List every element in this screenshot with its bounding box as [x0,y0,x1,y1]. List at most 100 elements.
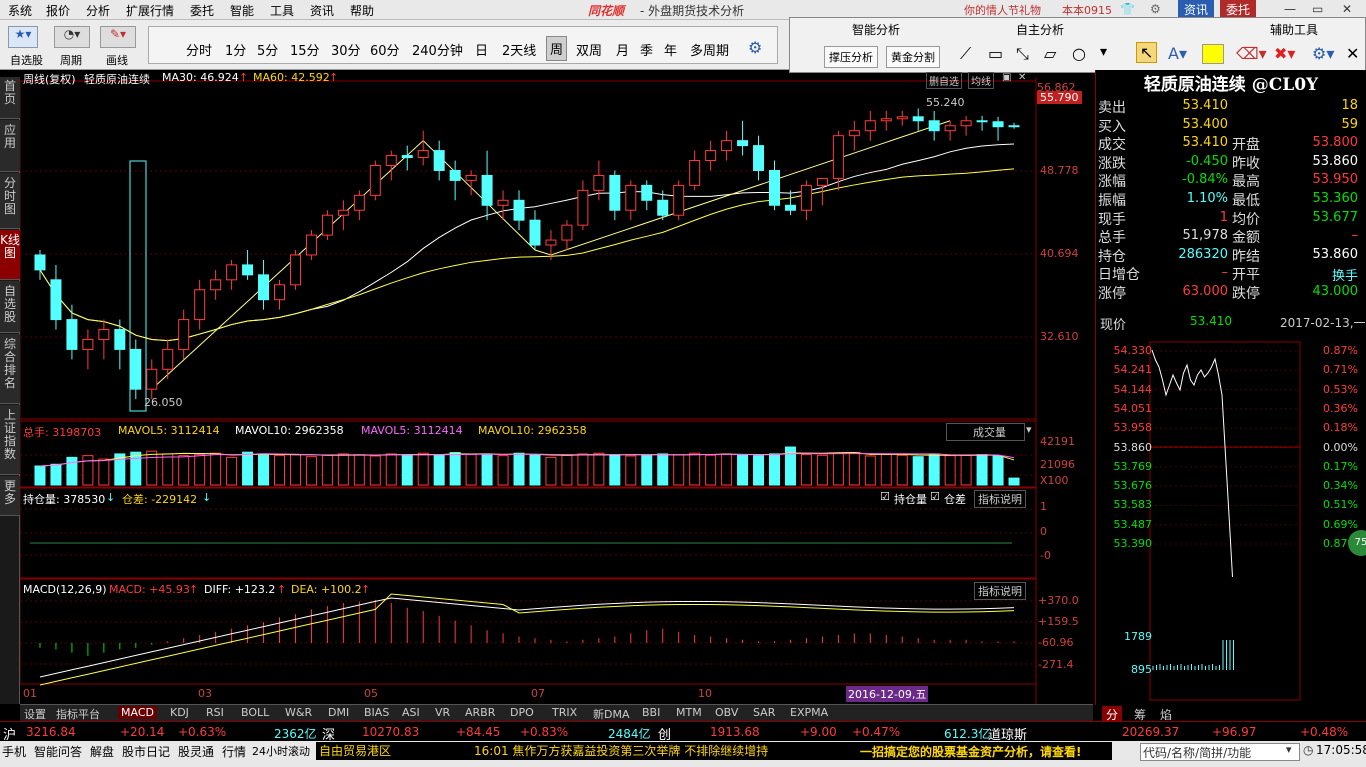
tab-bbi[interactable]: BBI [642,706,660,719]
chart-area[interactable]: 周线(复权) 轻质原油连续 MA30: 46.924 ↑ MA60: 42.59… [20,71,1093,704]
minimize-icon[interactable]: — [1284,2,1296,16]
tools-settings-icon[interactable]: ⚙▾ [1312,44,1334,63]
chart-canvas[interactable] [20,77,1093,704]
delete-tool-icon[interactable]: ✖▾ [1274,44,1295,63]
status-qa[interactable]: 智能问答 [34,743,82,760]
ma-toggle-button[interactable]: 均线 [968,72,994,89]
channel-tool-icon[interactable]: ⤡ [1016,44,1029,64]
tools-close-icon[interactable]: ✕ [1346,44,1359,63]
oi-help-button[interactable]: 指标说明 [974,490,1026,508]
tab-wr[interactable]: W&R [285,706,312,719]
period-1m[interactable]: 1分 [225,40,246,59]
tab-asi[interactable]: ASI [402,706,420,719]
support-resistance-button[interactable]: 撑压分析 [824,46,878,68]
promo-link[interactable]: 你的情人节礼物 [964,2,1041,18]
tab-obv[interactable]: OBV [715,706,738,719]
ellipse-tool-icon[interactable]: ○ [1072,44,1086,63]
macd-help-button[interactable]: 指标说明 [974,582,1026,600]
tab-dpo[interactable]: DPO [510,706,534,719]
nav-ranking[interactable]: 综合排名 [0,334,20,404]
erase-tool-icon[interactable]: ⌫▾ [1236,44,1267,63]
tool-more-icon[interactable]: ▾ [1100,44,1107,60]
period-2week[interactable]: 双周 [576,40,602,59]
shirt-icon[interactable]: 👕 [1120,2,1135,16]
period-quarter[interactable]: 季 [640,40,653,59]
remove-watchlist-button[interactable]: 删自选 [926,72,962,89]
menu-news[interactable]: 资讯 [310,2,334,19]
watchlist-icon[interactable]: ★▾ [8,26,38,48]
status-market[interactable]: 行情 [222,743,246,760]
nav-more[interactable]: 更多 [0,476,20,516]
period-day[interactable]: 日 [475,40,488,59]
tab-indicator-platform[interactable]: 指标平台 [56,706,100,722]
period-month[interactable]: 月 [616,40,629,59]
draw-icon[interactable]: ✎▾ [100,26,136,48]
tab-macd[interactable]: MACD [118,706,157,719]
status-diary[interactable]: 股市日记 [122,743,170,760]
status-jiepan[interactable]: 解盘 [90,743,114,760]
tab-expma[interactable]: EXPMA [790,706,828,719]
maximize-icon[interactable]: ▭ [1312,2,1323,16]
menu-analysis[interactable]: 分析 [86,2,110,19]
menu-quote[interactable]: 报价 [46,2,70,19]
tab-boll[interactable]: BOLL [241,706,269,719]
diff-check-icon[interactable]: ☑ [930,490,940,503]
period-5m[interactable]: 5分 [257,40,278,59]
menu-extended[interactable]: 扩展行情 [126,2,174,19]
volume-indicator-select[interactable]: 成交量 [946,423,1025,441]
parallelogram-tool-icon[interactable]: ▱ [1044,44,1056,63]
period-week[interactable]: 周 [546,36,568,61]
nav-kline[interactable]: K线图 [0,230,20,280]
rect-tool-icon[interactable]: ▭ [988,44,1003,63]
menu-smart[interactable]: 智能 [230,2,254,19]
settings-icon[interactable]: ⚙ [1150,2,1161,16]
close-icon[interactable]: ✕ [1342,2,1352,16]
nav-watchlist[interactable]: 自选股 [0,281,20,333]
status-ad[interactable]: 一招搞定您的股票基金资产分析，请查看! [860,743,1081,760]
golden-section-button[interactable]: 黄金分割 [886,46,940,68]
oi-check-icon[interactable]: ☑ [880,490,890,503]
tab-trix[interactable]: TRIX [552,706,577,719]
status-mobile[interactable]: 手机 [2,743,26,760]
status-zone[interactable]: 自由贸易港区 [316,742,468,760]
period-year[interactable]: 年 [664,40,677,59]
tab-arbr[interactable]: ARBR [465,706,495,719]
text-tool-icon[interactable]: A▾ [1168,44,1187,63]
tab-rsi[interactable]: RSI [206,706,224,719]
color-picker-icon[interactable] [1202,44,1224,64]
tab-settings[interactable]: 设置 [24,706,46,722]
cursor-tool-icon[interactable]: ↖ [1136,42,1158,63]
period-fenshi[interactable]: 分时 [186,40,212,59]
period-15m[interactable]: 15分 [290,40,320,59]
period-2day[interactable]: 2天线 [502,40,536,59]
search-input[interactable]: 代码/名称/简拼/功能 [1140,743,1300,761]
period-multi[interactable]: 多周期 [690,40,729,59]
line-tool-icon[interactable]: ⟋ [960,44,971,64]
tab-mtm[interactable]: MTM [676,706,702,719]
menu-trade[interactable]: 委托 [190,2,214,19]
search-dropdown-icon[interactable]: ▾ [1286,743,1292,756]
menu-tools[interactable]: 工具 [270,2,294,19]
period-30m[interactable]: 30分 [331,40,361,59]
menu-system[interactable]: 系统 [8,2,32,19]
nav-timeshare[interactable]: 分时图 [0,173,20,229]
period-icon[interactable]: ◔▾ [54,26,90,48]
tab-bias[interactable]: BIAS [364,706,389,719]
tab-sar[interactable]: SAR [753,706,775,719]
window-icon[interactable]: ▣ [1002,72,1011,83]
tab-vr[interactable]: VR [435,706,450,719]
gear-icon[interactable]: ⚙ [748,38,762,57]
tab-dmi[interactable]: DMI [328,706,349,719]
nav-apps[interactable]: 应用 [0,120,20,172]
tab-new-dma[interactable]: 新DMA [593,706,630,722]
chart-close-icon[interactable]: ✕ [1018,72,1026,83]
menu-help[interactable]: 帮助 [350,2,374,19]
status-rolling[interactable]: 24小时滚动 [252,743,310,759]
tab-kdj[interactable]: KDJ [170,706,189,719]
period-240m[interactable]: 240分钟 [412,40,463,59]
nav-home[interactable]: 首页 [0,77,20,119]
user-name[interactable]: 本本0915 [1062,2,1112,18]
status-linglong[interactable]: 股灵通 [178,743,214,760]
chevron-down-icon[interactable]: ▾ [1026,423,1032,436]
nav-sh-index[interactable]: 上证指数 [0,405,20,475]
